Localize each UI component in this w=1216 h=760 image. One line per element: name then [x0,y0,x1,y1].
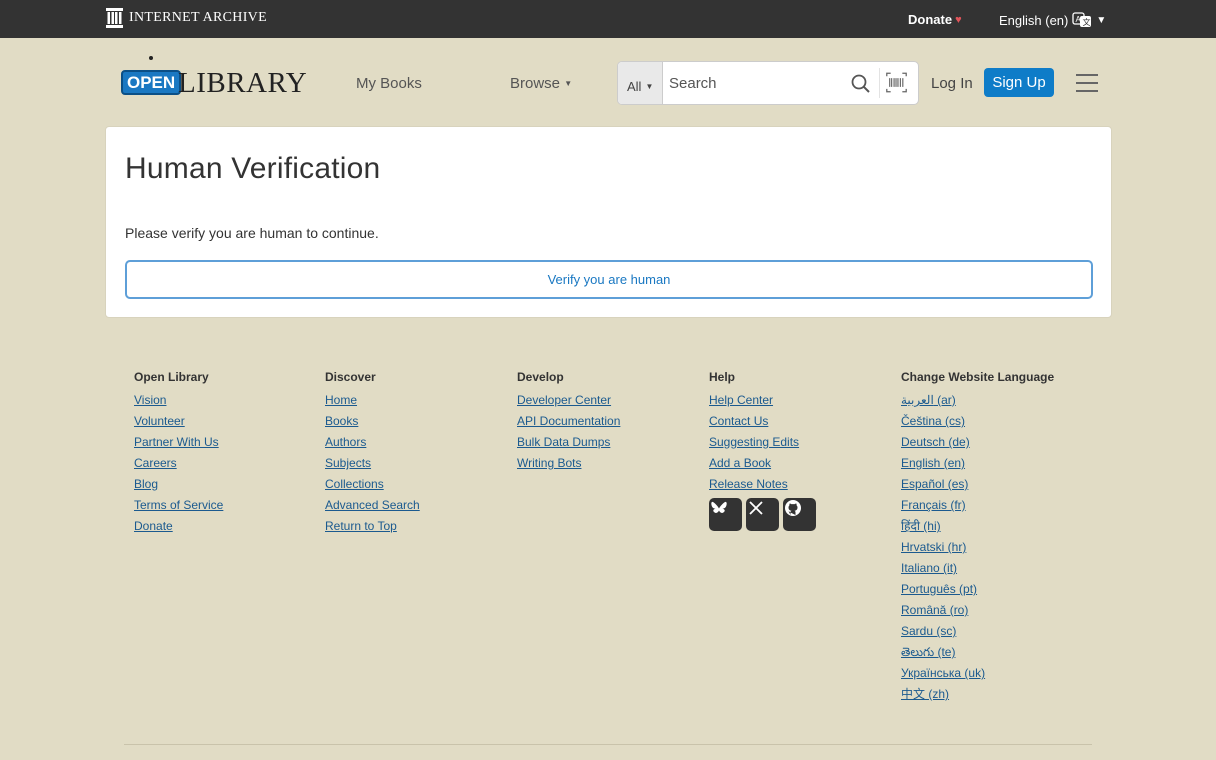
footer-link-collections[interactable]: Collections [325,474,420,495]
footer-link-books[interactable]: Books [325,411,420,432]
footer-link-api-docs[interactable]: API Documentation [517,411,620,432]
chevron-down-icon: ▼ [1096,14,1107,26]
footer-link-release-notes[interactable]: Release Notes [709,474,816,495]
language-link-hi[interactable]: हिंदी (hi) [901,516,1054,537]
logo-open: OPEN [121,70,182,95]
footer-link-advanced-search[interactable]: Advanced Search [325,495,420,516]
language-link-sc[interactable]: Sardu (sc) [901,621,1054,642]
search-scope-label: All [627,79,642,94]
footer-link-subjects[interactable]: Subjects [325,453,420,474]
search-input[interactable] [664,62,850,104]
language-link-es[interactable]: Español (es) [901,474,1054,495]
open-library-logo[interactable]: OPEN LIBRARY [121,56,307,102]
logo-library: LIBRARY [178,67,308,99]
chevron-down-icon: ▼ [645,82,654,91]
footer-link-return-to-top[interactable]: Return to Top [325,516,420,537]
social-links [709,498,816,531]
language-link-cs[interactable]: Čeština (cs) [901,411,1054,432]
svg-text:文: 文 [1083,17,1091,27]
heart-icon: ♥ [955,13,962,26]
browse-label: Browse [510,75,561,92]
footer-link-terms[interactable]: Terms of Service [134,495,223,516]
search-scope-select[interactable]: All ▼ [618,62,663,104]
language-link-hr[interactable]: Hrvatski (hr) [901,537,1054,558]
footer-heading: Discover [325,370,376,384]
footer-link-help-center[interactable]: Help Center [709,390,816,411]
footer-heading: Help [709,370,736,384]
language-selector[interactable]: English (en) A 文 ▼ [999,11,1106,29]
footer-link-add-book[interactable]: Add a Book [709,453,816,474]
footer-link-careers[interactable]: Careers [134,453,223,474]
footer-link-donate[interactable]: Donate [134,516,223,537]
verification-card: Human Verification Please verify you are… [105,126,1112,318]
barcode-scanner-icon[interactable] [879,68,913,98]
signup-button[interactable]: Sign Up [984,68,1054,97]
footer-link-volunteer[interactable]: Volunteer [134,411,223,432]
logo-dot [149,56,153,60]
footer-heading: Open Library [134,370,209,384]
footer-heading: Change Website Language [901,370,1055,384]
language-label: English (en) [999,12,1069,28]
footer-link-suggesting-edits[interactable]: Suggesting Edits [709,432,816,453]
footer-heading: Develop [517,370,564,384]
search-icon[interactable] [850,73,872,95]
language-link-uk[interactable]: Українська (uk) [901,663,1054,684]
page-title: Human Verification [125,152,381,185]
donate-label: Donate [908,12,953,27]
nav-browse[interactable]: Browse ▼ [510,75,572,92]
footer-link-bulk-data[interactable]: Bulk Data Dumps [517,432,620,453]
donate-link[interactable]: Donate ♥ [908,12,962,27]
search-bar: All ▼ [617,61,919,105]
footer-divider [124,744,1092,745]
bluesky-icon[interactable] [709,498,742,531]
footer-column-develop: Develop Developer Center API Documentati… [517,370,620,474]
archive-building-icon [106,8,123,28]
footer-link-blog[interactable]: Blog [134,474,223,495]
language-link-te[interactable]: తెలుగు (te) [901,642,1054,663]
language-link-en[interactable]: English (en) [901,453,1054,474]
github-icon[interactable] [783,498,816,531]
verify-human-button[interactable]: Verify you are human [125,260,1093,299]
hamburger-menu-icon[interactable] [1076,73,1098,93]
login-link[interactable]: Log In [931,75,973,92]
translate-icon: A 文 [1072,12,1092,27]
footer-link-developer-center[interactable]: Developer Center [517,390,620,411]
footer-link-home[interactable]: Home [325,390,420,411]
svg-text:A: A [1076,15,1082,24]
language-link-it[interactable]: Italiano (it) [901,558,1054,579]
language-link-zh[interactable]: 中文 (zh) [901,684,1054,705]
chevron-down-icon: ▼ [564,79,573,88]
footer-link-vision[interactable]: Vision [134,390,223,411]
footer-column-help: Help Help Center Contact Us Suggesting E… [709,370,816,531]
language-link-pt[interactable]: Português (pt) [901,579,1054,600]
language-link-fr[interactable]: Français (fr) [901,495,1054,516]
footer-link-contact[interactable]: Contact Us [709,411,816,432]
internet-archive-bar: INTERNET ARCHIVE Donate ♥ English (en) A… [0,0,1216,38]
language-link-ro[interactable]: Română (ro) [901,600,1054,621]
internet-archive-logo[interactable]: INTERNET ARCHIVE [106,8,267,28]
footer-column-discover: Discover Home Books Authors Subjects Col… [325,370,420,537]
footer-link-partner[interactable]: Partner With Us [134,432,223,453]
x-icon[interactable] [746,498,779,531]
footer-link-authors[interactable]: Authors [325,432,420,453]
language-link-ar[interactable]: العربية (ar) [901,390,1054,411]
internet-archive-wordmark: INTERNET ARCHIVE [129,10,267,25]
footer-column-language: Change Website Language العربية (ar) Češ… [901,370,1054,705]
language-link-de[interactable]: Deutsch (de) [901,432,1054,453]
nav-my-books[interactable]: My Books [356,75,422,92]
footer-column-open-library: Open Library Vision Volunteer Partner Wi… [134,370,223,537]
verification-message: Please verify you are human to continue. [125,225,379,241]
footer-link-writing-bots[interactable]: Writing Bots [517,453,620,474]
